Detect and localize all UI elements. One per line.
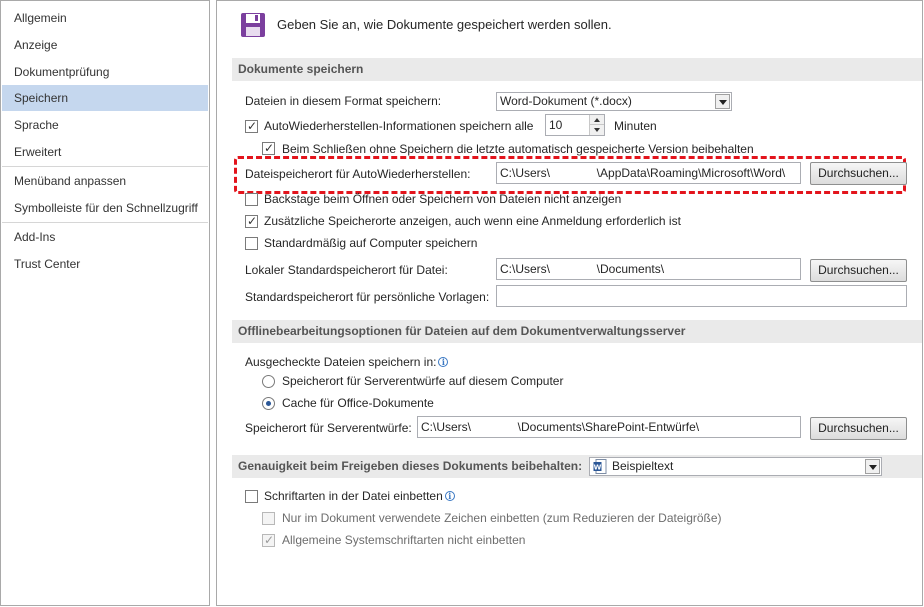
info-icon[interactable]: i: [438, 357, 449, 367]
nav-item-erweitert[interactable]: Erweitert: [2, 139, 208, 165]
backstage-label: Backstage beim Öffnen oder Speichern von…: [264, 192, 622, 206]
spin-up-icon[interactable]: [590, 115, 604, 125]
nav-item-schnellzugriff[interactable]: Symbolleiste für den Schnellzugriff: [2, 195, 208, 221]
info-icon[interactable]: i: [444, 491, 455, 501]
fidelity-title: Genauigkeit beim Freigeben dieses Dokume…: [238, 459, 583, 473]
format-select[interactable]: Word-Dokument (*.docx): [496, 92, 732, 111]
check-icon: ✓: [246, 119, 258, 133]
no-system-fonts-checkbox[interactable]: ✓: [262, 533, 275, 547]
checked-out-label: Ausgecheckte Dateien speichern in:: [245, 355, 437, 369]
minutes-label: Minuten: [614, 119, 657, 133]
radio-server-drafts[interactable]: [262, 375, 275, 388]
default-computer-label: Standardmäßig auf Computer speichern: [264, 236, 478, 250]
nav-item-add-ins[interactable]: Add-Ins: [2, 224, 208, 250]
check-icon: ✓: [263, 141, 275, 155]
radio-server-drafts-label: Speicherort für Serverentwürfe auf diese…: [282, 374, 564, 388]
templates-location-label: Standardspeicherort für persönliche Vorl…: [245, 290, 490, 304]
autorecover-checkbox[interactable]: ✓: [245, 119, 258, 133]
check-icon: ✓: [263, 533, 275, 547]
page-description: Geben Sie an, wie Dokumente gespeichert …: [277, 17, 612, 32]
nav-separator: [2, 222, 208, 223]
autorecover-minutes-stepper[interactable]: 10: [545, 114, 605, 136]
format-select-value: Word-Dokument (*.docx): [500, 94, 632, 108]
additional-locations-checkbox[interactable]: ✓: [245, 214, 258, 228]
local-default-input[interactable]: C:\Users\ \Documents\: [496, 258, 801, 280]
section-header-save: Dokumente speichern: [232, 58, 922, 81]
radio-selected-dot: [266, 401, 271, 406]
nav-item-anzeige[interactable]: Anzeige: [2, 32, 208, 58]
autorecover-location-input[interactable]: C:\Users\ \AppData\Roaming\Microsoft\Wor…: [496, 162, 801, 184]
default-computer-checkbox[interactable]: [245, 237, 258, 250]
drafts-location-input[interactable]: C:\Users\ \Documents\SharePoint-Entwürfe…: [417, 416, 801, 438]
radio-office-cache-label: Cache für Office-Dokumente: [282, 396, 434, 410]
no-system-fonts-label: Allgemeine Systemschriftarten nicht einb…: [282, 533, 526, 547]
nav-item-speichern[interactable]: Speichern: [2, 85, 208, 111]
backstage-checkbox[interactable]: [245, 193, 258, 206]
autorecover-minutes-value: 10: [549, 118, 563, 132]
autorecover-label: AutoWiederherstellen-Informationen speic…: [264, 119, 534, 133]
fidelity-document-value: Beispieltext: [612, 459, 674, 473]
fidelity-document-select[interactable]: W Beispieltext: [589, 457, 882, 476]
drafts-location-label: Speicherort für Serverentwürfe:: [245, 421, 412, 435]
word-document-icon: W: [593, 459, 607, 474]
nav-item-allgemein[interactable]: Allgemein: [2, 5, 208, 31]
nav-item-menueband[interactable]: Menüband anpassen: [2, 168, 208, 194]
embed-used-chars-label: Nur im Dokument verwendete Zeichen einbe…: [282, 511, 722, 525]
svg-text:W: W: [594, 464, 602, 472]
keep-last-version-label: Beim Schließen ohne Speichern die letzte…: [282, 142, 754, 156]
options-content: Geben Sie an, wie Dokumente gespeichert …: [216, 0, 923, 606]
radio-office-cache[interactable]: [262, 397, 275, 410]
options-navigation: Allgemein Anzeige Dokumentprüfung Speich…: [0, 0, 210, 606]
autorecover-browse-button[interactable]: Durchsuchen...: [810, 162, 907, 185]
additional-locations-label: Zusätzliche Speicherorte anzeigen, auch …: [264, 214, 681, 228]
embed-fonts-checkbox[interactable]: [245, 490, 258, 503]
keep-last-version-checkbox[interactable]: ✓: [262, 141, 275, 155]
section-header-offline: Offlinebearbeitungsoptionen für Dateien …: [232, 320, 922, 343]
nav-item-trust-center[interactable]: Trust Center: [2, 251, 208, 277]
spin-down-icon[interactable]: [590, 125, 604, 135]
chevron-down-icon[interactable]: [865, 459, 880, 474]
nav-separator: [2, 166, 208, 167]
autorecover-location-label: Dateispeicherort für AutoWiederherstelle…: [245, 167, 471, 181]
drafts-browse-button[interactable]: Durchsuchen...: [810, 417, 907, 440]
local-default-browse-button[interactable]: Durchsuchen...: [810, 259, 907, 282]
local-default-label: Lokaler Standardspeicherort für Datei:: [245, 263, 448, 277]
chevron-down-icon[interactable]: [715, 94, 730, 109]
check-icon: ✓: [246, 214, 258, 228]
embed-used-chars-checkbox[interactable]: [262, 512, 275, 525]
nav-item-dokumentpruefung[interactable]: Dokumentprüfung: [2, 59, 208, 85]
nav-item-sprache[interactable]: Sprache: [2, 112, 208, 138]
format-label: Dateien in diesem Format speichern:: [245, 94, 442, 108]
save-disk-icon: [241, 13, 265, 37]
embed-fonts-label: Schriftarten in der Datei einbetten: [264, 489, 443, 503]
templates-location-input[interactable]: [496, 285, 907, 307]
